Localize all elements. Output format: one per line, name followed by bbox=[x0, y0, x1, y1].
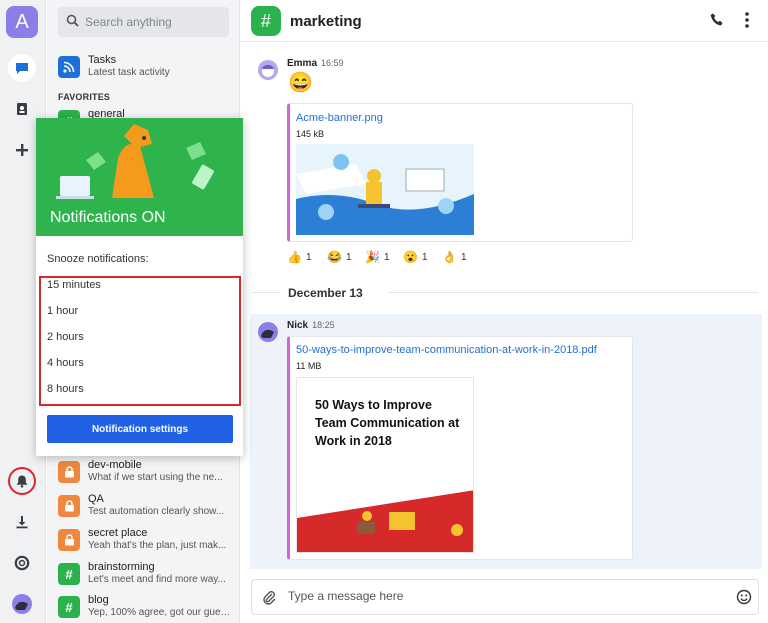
notification-settings-button[interactable]: Notification settings bbox=[47, 415, 233, 443]
channel-preview: Let's meet and find more way... bbox=[88, 574, 226, 585]
file-size: 145 kB bbox=[296, 129, 325, 139]
snooze-label: Snooze notifications: bbox=[47, 253, 149, 265]
date-separator: December 13 bbox=[252, 286, 758, 300]
message-time: 16:59 bbox=[321, 58, 344, 68]
channel-preview: Yep, 100% agree, got our gues... bbox=[88, 607, 233, 618]
phone-icon[interactable] bbox=[710, 12, 725, 30]
pdf-preview[interactable]: 50 Ways to Improve Team Communication at… bbox=[296, 377, 474, 553]
channel-name: secret place bbox=[88, 527, 148, 539]
lock-icon bbox=[58, 529, 80, 551]
chat-icon[interactable] bbox=[8, 54, 36, 82]
workspace-avatar[interactable]: A bbox=[6, 6, 38, 38]
reaction-surprised[interactable]: 😮 1 bbox=[403, 250, 428, 264]
channel-preview: Yeah that's the plan, just mak... bbox=[88, 540, 227, 551]
snooze-option-4-hours[interactable]: 4 hours bbox=[47, 357, 84, 369]
search-box[interactable] bbox=[58, 7, 229, 37]
message-time: 18:25 bbox=[312, 320, 335, 330]
hash-icon: # bbox=[58, 596, 80, 618]
sidebar-item-secret-place[interactable]: secret place Yeah that's the plan, just … bbox=[58, 527, 233, 557]
sidebar-item-tasks[interactable]: Tasks Latest task activity bbox=[58, 54, 233, 84]
channel-name: dev-mobile bbox=[88, 459, 142, 471]
channel-name: Tasks bbox=[88, 54, 117, 66]
channel-header: # marketing bbox=[240, 0, 768, 42]
notifications-banner: Notifications ON bbox=[36, 118, 243, 236]
search-icon bbox=[66, 14, 79, 30]
contacts-icon[interactable] bbox=[8, 95, 36, 123]
user-avatar[interactable] bbox=[8, 590, 36, 618]
sidebar-item-dev-mobile[interactable]: dev-mobile What if we start using the ne… bbox=[58, 459, 233, 489]
plus-icon[interactable] bbox=[8, 136, 36, 164]
search-input[interactable] bbox=[85, 15, 215, 29]
snooze-option-15-minutes[interactable]: 15 minutes bbox=[47, 279, 101, 291]
file-link[interactable]: Acme-banner.png bbox=[296, 112, 383, 124]
more-options-icon[interactable] bbox=[744, 11, 750, 32]
snooze-option-1-hour[interactable]: 1 hour bbox=[47, 305, 78, 317]
message-author: Nick 18:25 bbox=[287, 320, 335, 331]
message-emoji: 😄 bbox=[288, 72, 313, 94]
sidebar-item-brainstorming[interactable]: # brainstorming Let's meet and find more… bbox=[58, 561, 233, 591]
channel-preview: Latest task activity bbox=[88, 67, 170, 78]
file-attachment[interactable]: Acme-banner.png 145 kB bbox=[287, 103, 633, 242]
attachment-icon[interactable] bbox=[262, 590, 276, 609]
channel-preview: What if we start using the ne... bbox=[88, 472, 223, 483]
file-link[interactable]: 50-ways-to-improve-team-communication-at… bbox=[296, 344, 597, 356]
rss-icon bbox=[58, 56, 80, 78]
help-icon[interactable] bbox=[8, 549, 36, 577]
snooze-option-2-hours[interactable]: 2 hours bbox=[47, 331, 84, 343]
channel-hash-icon: # bbox=[251, 6, 281, 36]
date-label: December 13 bbox=[288, 286, 363, 300]
banner-image-preview[interactable] bbox=[296, 144, 474, 235]
hash-icon: # bbox=[58, 563, 80, 585]
snooze-option-8-hours[interactable]: 8 hours bbox=[47, 383, 84, 395]
sidebar-item-blog[interactable]: # blog Yep, 100% agree, got our gues... bbox=[58, 594, 233, 623]
emma-avatar[interactable] bbox=[257, 59, 279, 81]
file-size: 11 MB bbox=[296, 361, 322, 371]
message-input[interactable] bbox=[288, 589, 688, 603]
channel-name: blog bbox=[88, 594, 109, 606]
emoji-picker-icon[interactable] bbox=[736, 589, 752, 608]
channel-name: QA bbox=[88, 493, 104, 505]
download-icon[interactable] bbox=[8, 508, 36, 536]
bell-icon[interactable] bbox=[8, 467, 36, 495]
nick-avatar[interactable] bbox=[257, 321, 279, 343]
reaction-thumbs-up[interactable]: 👍 1 bbox=[287, 250, 312, 264]
sidebar-item-qa[interactable]: QA Test automation clearly show... bbox=[58, 493, 233, 523]
chat-main: # marketing Emma 16:59 😄 Acme-banner.png … bbox=[240, 0, 768, 623]
channel-name: brainstorming bbox=[88, 561, 155, 573]
notifications-title: Notifications ON bbox=[50, 209, 166, 226]
lock-icon bbox=[58, 461, 80, 483]
pdf-preview-title: 50 Ways to Improve Team Communication at… bbox=[315, 398, 460, 448]
message-author: Emma 16:59 bbox=[287, 58, 344, 69]
reaction-party[interactable]: 🎉 1 bbox=[365, 250, 390, 264]
reaction-ok-hand[interactable]: 👌 1 bbox=[442, 250, 467, 264]
reaction-laughing[interactable]: 😂 1 bbox=[327, 250, 352, 264]
channel-preview: Test automation clearly show... bbox=[88, 506, 225, 517]
file-attachment[interactable]: 50-ways-to-improve-team-communication-at… bbox=[287, 336, 633, 560]
lock-icon bbox=[58, 495, 80, 517]
notifications-popup: Notifications ON Snooze notifications: 1… bbox=[36, 118, 243, 456]
message-composer bbox=[251, 579, 759, 615]
favorites-heading: FAVORITES bbox=[58, 92, 111, 102]
channel-title: marketing bbox=[290, 13, 362, 30]
